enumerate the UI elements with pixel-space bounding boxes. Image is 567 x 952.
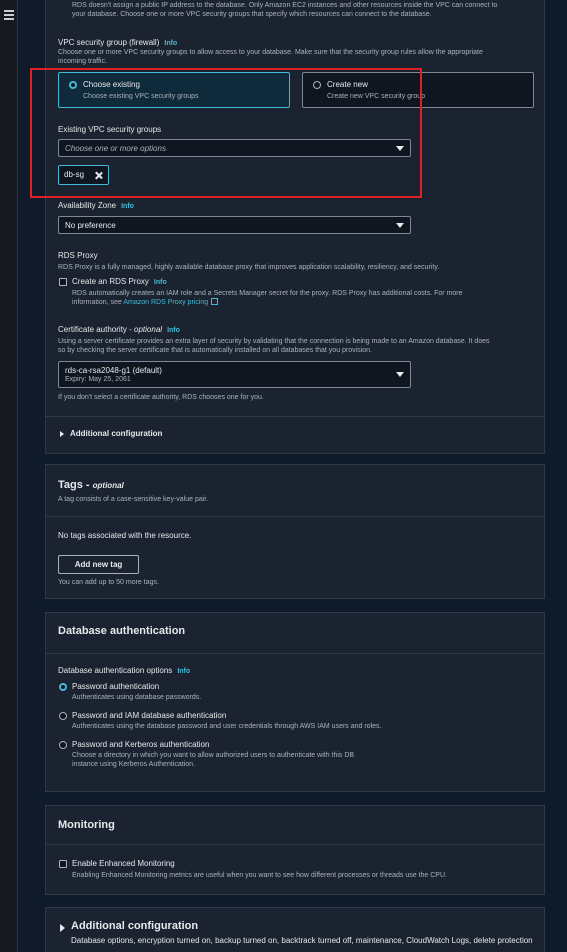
rds-proxy-description: RDS Proxy is a fully managed, highly ava… xyxy=(58,264,440,271)
enhanced-monitoring-description: Enabling Enhanced Monitoring metrics are… xyxy=(72,872,447,879)
certificate-authority-select[interactable]: rds-ca-rsa2048-g1 (default) Expiry: May … xyxy=(58,361,411,388)
add-new-tag-button[interactable]: Add new tag xyxy=(58,555,139,574)
database-authentication-panel: Database authentication Database authent… xyxy=(45,612,545,792)
password-iam-auth-radio[interactable] xyxy=(59,712,67,720)
availability-zone-label: Availability Zone Info xyxy=(58,201,134,210)
additional-configuration-label: Additional configuration xyxy=(70,429,163,438)
monitoring-title: Monitoring xyxy=(58,819,115,831)
enhanced-monitoring-checkbox[interactable] xyxy=(59,860,67,868)
password-auth-title: Password authentication xyxy=(72,682,160,691)
hamburger-icon[interactable] xyxy=(4,10,14,22)
section-divider xyxy=(46,416,544,417)
certificate-authority-value: rds-ca-rsa2048-g1 (default) xyxy=(65,366,162,375)
section-divider xyxy=(46,844,544,845)
password-kerberos-auth-description: Choose a directory in which you want to … xyxy=(72,752,355,768)
external-link-icon xyxy=(211,298,219,305)
create-rds-proxy-label: Create an RDS Proxy Info xyxy=(72,277,167,286)
caret-right-icon[interactable] xyxy=(60,924,65,932)
db-auth-info-link[interactable]: Info xyxy=(177,668,190,675)
caret-right-icon xyxy=(60,431,64,437)
password-kerberos-auth-radio[interactable] xyxy=(59,741,67,749)
chevron-down-icon xyxy=(396,372,404,377)
vpc-security-group-description: Choose one or more VPC security groups t… xyxy=(58,49,483,65)
section-divider xyxy=(46,516,544,517)
rds-proxy-info-link[interactable]: Info xyxy=(154,279,167,286)
az-info-link[interactable]: Info xyxy=(121,203,134,210)
tags-title: Tags - optional xyxy=(58,479,124,491)
certificate-authority-description: Using a server certificate provides an e… xyxy=(58,338,490,354)
public-access-description: RDS doesn't assign a public IP address t… xyxy=(72,2,498,18)
monitoring-panel: Monitoring Enable Enhanced Monitoring En… xyxy=(45,805,545,895)
section-divider xyxy=(46,653,544,654)
chevron-down-icon xyxy=(396,223,404,228)
db-auth-options-label: Database authentication options Info xyxy=(58,666,191,675)
additional-configuration-title[interactable]: Additional configuration xyxy=(71,920,198,932)
vpc-sg-info-link[interactable]: Info xyxy=(164,40,177,47)
certificate-authority-hint: If you don't select a certificate author… xyxy=(58,394,264,401)
password-iam-auth-description: Authenticates using the database passwor… xyxy=(72,723,382,730)
tags-description: A tag consists of a case-sensitive key-v… xyxy=(58,496,209,503)
tags-panel: Tags - optional A tag consists of a case… xyxy=(45,464,545,599)
certificate-authority-label: Certificate authority - optional Info xyxy=(58,325,180,334)
tags-empty-message: No tags associated with the resource. xyxy=(58,531,192,540)
vpc-security-group-label: VPC security group (firewall) Info xyxy=(58,38,178,47)
password-iam-auth-title: Password and IAM database authentication xyxy=(72,711,227,720)
certificate-expiry: Expiry: May 25, 2061 xyxy=(65,376,131,383)
database-authentication-title: Database authentication xyxy=(58,625,186,637)
password-auth-radio[interactable] xyxy=(59,683,67,691)
create-rds-proxy-checkbox[interactable] xyxy=(59,278,67,286)
password-kerberos-auth-title: Password and Kerberos authentication xyxy=(72,740,210,749)
create-rds-proxy-description: RDS automatically creates an IAM role an… xyxy=(72,290,463,306)
side-navigation-bar xyxy=(0,0,18,952)
enhanced-monitoring-label: Enable Enhanced Monitoring xyxy=(72,859,175,868)
tags-limit-hint: You can add up to 50 more tags. xyxy=(58,579,159,586)
cert-info-link[interactable]: Info xyxy=(167,327,180,334)
highlight-annotation xyxy=(30,68,422,198)
rds-proxy-title: RDS Proxy xyxy=(58,251,98,260)
additional-configuration-panel: Additional configuration Database option… xyxy=(45,907,545,952)
additional-configuration-description: Database options, encryption turned on, … xyxy=(71,936,533,945)
rds-proxy-pricing-link[interactable]: Amazon RDS Proxy pricing xyxy=(123,299,208,306)
availability-zone-select[interactable]: No preference xyxy=(58,216,411,234)
password-auth-description: Authenticates using database passwords. xyxy=(72,694,202,701)
